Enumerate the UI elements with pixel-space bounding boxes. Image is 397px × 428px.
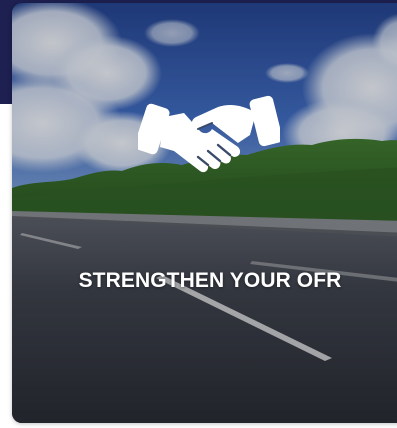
card-title: STRENGTHEN YOUR OFR: [78, 269, 342, 292]
card-overlay: [12, 3, 397, 423]
handshake-icon: [138, 95, 280, 173]
page: STRENGTHEN YOUR OFR: [0, 0, 397, 428]
ofr-card[interactable]: STRENGTHEN YOUR OFR: [12, 3, 397, 423]
